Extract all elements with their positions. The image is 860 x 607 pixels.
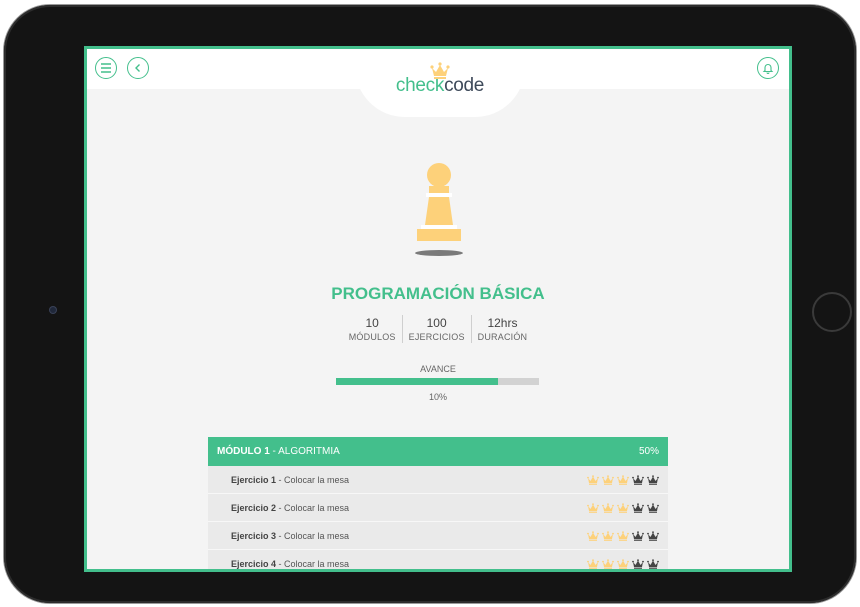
crown-icon bbox=[617, 530, 629, 541]
exercise-name: Ejercicio 3 bbox=[231, 530, 277, 541]
exercise-task: Colocar la mesa bbox=[284, 502, 350, 513]
exercise-separator: - bbox=[276, 474, 285, 485]
crown-icon bbox=[647, 558, 659, 569]
course-stats: 10 MÓDULOS 100 EJERCICIOS 12hrs DURACIÓN bbox=[333, 315, 543, 343]
progress-bar-fill bbox=[336, 378, 499, 385]
menu-icon bbox=[101, 63, 111, 73]
exercise-row[interactable]: Ejercicio 1 - Colocar la mesa bbox=[208, 466, 668, 494]
module-header[interactable]: MÓDULO 1 - ALGORITMIA 50% bbox=[208, 437, 668, 466]
module-topic: ALGORITMIA bbox=[278, 446, 340, 457]
app-screen: checkcode PROGRAMACIÓN BÁSICA 10 MÓDULOS bbox=[84, 46, 792, 572]
stat-exercises-label: EJERCICIOS bbox=[408, 332, 465, 342]
crown-rating bbox=[587, 558, 659, 569]
crown-rating bbox=[587, 502, 659, 513]
crown-icon bbox=[587, 558, 599, 569]
logo-crown-icon bbox=[430, 62, 450, 79]
stat-exercises-value: 100 bbox=[426, 316, 447, 330]
module-card: MÓDULO 1 - ALGORITMIA 50% Ejercicio 1 - … bbox=[208, 437, 668, 569]
exercise-separator: - bbox=[276, 502, 285, 513]
module-name: MÓDULO 1 bbox=[217, 446, 270, 457]
exercise-row[interactable]: Ejercicio 3 - Colocar la mesa bbox=[208, 522, 668, 550]
back-icon bbox=[135, 64, 140, 72]
exercise-name: Ejercicio 1 bbox=[231, 474, 277, 485]
crown-rating bbox=[587, 474, 659, 485]
crown-icon bbox=[587, 530, 599, 541]
crown-icon bbox=[617, 474, 629, 485]
crown-icon bbox=[602, 502, 614, 513]
stat-exercises: 100 EJERCICIOS bbox=[401, 315, 471, 343]
exercise-task: Colocar la mesa bbox=[284, 530, 350, 541]
back-button[interactable] bbox=[127, 57, 149, 79]
crown-icon bbox=[632, 558, 644, 569]
crown-icon bbox=[632, 474, 644, 485]
exercise-title: Ejercicio 4 - Colocar la mesa bbox=[231, 559, 349, 569]
crown-icon bbox=[647, 502, 659, 513]
crown-icon bbox=[587, 502, 599, 513]
module-separator: - bbox=[269, 446, 279, 457]
exercise-title: Ejercicio 2 - Colocar la mesa bbox=[231, 503, 349, 513]
progress-label: AVANCE bbox=[420, 364, 456, 374]
crown-icon bbox=[617, 502, 629, 513]
crown-icon bbox=[602, 558, 614, 569]
exercise-task: Colocar la mesa bbox=[284, 474, 350, 485]
logo-tab: checkcode bbox=[355, 49, 525, 117]
notifications-button[interactable] bbox=[757, 57, 779, 79]
bell-icon bbox=[762, 64, 774, 74]
module-title: MÓDULO 1 - ALGORITMIA bbox=[217, 446, 340, 457]
exercise-name: Ejercicio 2 bbox=[231, 502, 277, 513]
camera-icon bbox=[50, 307, 56, 313]
crown-icon bbox=[602, 530, 614, 541]
pawn-icon bbox=[415, 163, 463, 256]
exercise-title: Ejercicio 3 - Colocar la mesa bbox=[231, 531, 349, 541]
crown-rating bbox=[587, 530, 659, 541]
crown-icon bbox=[632, 502, 644, 513]
stat-modules-value: 10 bbox=[365, 316, 379, 330]
app-logo[interactable]: checkcode bbox=[355, 62, 525, 97]
stat-modules-label: MÓDULOS bbox=[348, 332, 396, 342]
stat-duration: 12hrs DURACIÓN bbox=[470, 315, 534, 343]
exercise-separator: - bbox=[276, 558, 285, 569]
exercise-separator: - bbox=[276, 530, 285, 541]
exercise-row[interactable]: Ejercicio 2 - Colocar la mesa bbox=[208, 494, 668, 522]
stat-duration-label: DURACIÓN bbox=[477, 332, 528, 342]
stat-modules: 10 MÓDULOS bbox=[343, 315, 402, 343]
crown-icon bbox=[632, 530, 644, 541]
exercise-title: Ejercicio 1 - Colocar la mesa bbox=[231, 475, 349, 485]
crown-icon bbox=[647, 530, 659, 541]
exercise-list: Ejercicio 1 - Colocar la mesa Ejercicio … bbox=[208, 466, 668, 569]
progress-bar bbox=[336, 378, 539, 385]
menu-button[interactable] bbox=[95, 57, 117, 79]
exercise-task: Colocar la mesa bbox=[284, 558, 350, 569]
exercise-name: Ejercicio 4 bbox=[231, 558, 277, 569]
course-title: PROGRAMACIÓN BÁSICA bbox=[331, 284, 545, 303]
crown-icon bbox=[602, 474, 614, 485]
crown-icon bbox=[647, 474, 659, 485]
progress-percent: 10% bbox=[428, 392, 447, 402]
crown-icon bbox=[617, 558, 629, 569]
stat-duration-value: 12hrs bbox=[487, 316, 518, 330]
home-button[interactable] bbox=[812, 292, 852, 332]
exercise-row[interactable]: Ejercicio 4 - Colocar la mesa bbox=[208, 550, 668, 569]
crown-icon bbox=[587, 474, 599, 485]
module-progress: 50% bbox=[638, 446, 659, 457]
